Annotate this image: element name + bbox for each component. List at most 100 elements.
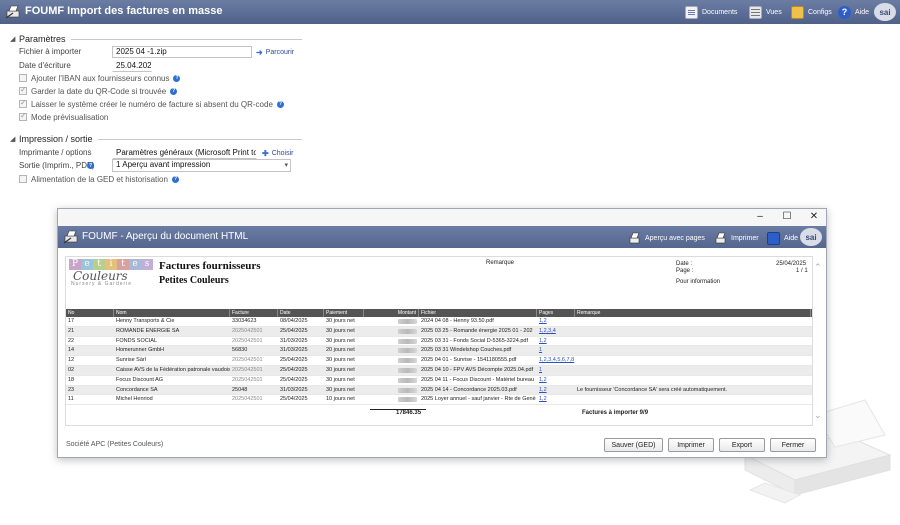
help-icon[interactable]: ? xyxy=(173,74,181,82)
amount-redacted xyxy=(398,387,417,393)
ged-checkbox[interactable] xyxy=(19,175,27,183)
amount-redacted xyxy=(398,397,417,403)
app-printer-icon xyxy=(63,230,78,244)
vertical-scrollbar[interactable]: ⌃ ⌄ xyxy=(813,256,822,426)
cell-remarque: Le fournisseur 'Concordance SA' sera cré… xyxy=(577,386,728,393)
close-button[interactable]: ✕ xyxy=(806,211,822,223)
qr-date-checkbox[interactable] xyxy=(19,85,27,95)
option-ged[interactable]: Alimentation de la GED et historisation … xyxy=(19,174,179,184)
pages-link[interactable]: 1,2 xyxy=(537,317,575,327)
table-row[interactable]: 21 ROMANDE ENERGIE SA 2025042501 25/04/2025… xyxy=(66,326,812,337)
cell-no: 17 xyxy=(68,318,75,324)
option-qr-date[interactable]: Garder la date du QR-Code si trouvée ? xyxy=(19,85,178,96)
browse-button[interactable]: ➜ Parcourir xyxy=(256,48,294,57)
sai-logo: sai xyxy=(874,3,896,21)
amount-redacted xyxy=(398,319,417,324)
pages-link[interactable]: 1,2,3,4 xyxy=(537,327,575,337)
cell-no: 12 xyxy=(68,357,75,364)
logo-letter: s xyxy=(141,259,153,270)
preview-mode-checkbox[interactable] xyxy=(19,111,27,121)
table-row[interactable]: 22 FONDS SOCIAL 2025042501 31/03/2025 30 jou… xyxy=(66,337,812,347)
option-iban[interactable]: Ajouter l'IBAN aux fournisseurs connus ? xyxy=(19,73,181,83)
amount-redacted xyxy=(398,367,417,373)
invoice-number-checkbox[interactable] xyxy=(19,98,27,108)
pages-link[interactable]: 1,2 xyxy=(537,395,575,405)
export-button[interactable]: Export xyxy=(719,438,765,452)
page-value: 1 / 1 xyxy=(796,268,808,274)
preview-mode-label: Mode prévisualisation xyxy=(31,112,109,122)
ged-label: Alimentation de la GED et historisation xyxy=(31,174,168,184)
preview-pages-button[interactable]: Aperçu avec pages xyxy=(628,230,705,246)
preview-help-button[interactable]: Aide xyxy=(767,230,798,246)
choose-button[interactable]: ✚ Choisir xyxy=(262,149,294,158)
help-book-icon xyxy=(767,231,780,245)
help-icon: ? xyxy=(838,5,851,19)
cell-nom: Caisse AVS de la Fédération patronale va… xyxy=(116,366,230,373)
printer-field[interactable]: Paramètres généraux (Microsoft Print to … xyxy=(112,147,257,159)
help-label: Aide xyxy=(855,8,870,16)
minimize-button[interactable]: – xyxy=(752,211,768,223)
pages-link[interactable]: 1 xyxy=(537,366,575,376)
maximize-button[interactable]: ☐ xyxy=(779,211,795,223)
section-divider xyxy=(97,138,302,140)
table-header: No Nom Facture Date Paiement Montant Fichier Pa… xyxy=(66,309,812,317)
configs-button[interactable]: Configs xyxy=(791,4,832,20)
cell-date: 25/04/2025 xyxy=(280,357,308,364)
save-ged-button[interactable]: Sauver (GED) xyxy=(604,438,663,452)
help-icon[interactable]: ? xyxy=(170,87,178,95)
help-icon[interactable]: ? xyxy=(276,100,284,108)
option-invoice-number[interactable]: Laisser le système créer le numéro de fa… xyxy=(19,98,284,109)
views-button[interactable]: Vues xyxy=(749,4,782,20)
cell-facture: 2025042501 xyxy=(232,357,263,364)
date-input[interactable]: 25.04.2025 xyxy=(112,60,152,72)
scroll-down-icon[interactable]: ⌄ xyxy=(814,410,822,421)
pages-link[interactable]: 1,2 xyxy=(537,376,575,386)
pages-link[interactable]: 1,2 xyxy=(537,337,575,347)
logo-tagline: Nursery & Garderie xyxy=(71,281,133,287)
info-label: Pour information xyxy=(676,279,721,285)
pages-link[interactable]: 1 xyxy=(537,346,575,356)
main-title-bar: FOUMF Import des factures en masse Docum… xyxy=(0,0,900,24)
cell-facture: 33034623 xyxy=(232,318,257,324)
window-chrome: – ☐ ✕ xyxy=(58,209,826,226)
cell-date: 25/04/2025 xyxy=(280,366,308,373)
app-printer-icon xyxy=(5,5,20,19)
table-row[interactable]: 18 Focus Discount AG 2025042501 25/04/2025 3… xyxy=(66,376,812,386)
iban-checkbox[interactable] xyxy=(19,74,27,82)
pages-link[interactable]: 1,2 xyxy=(537,386,575,396)
document-preview[interactable]: Petites Couleurs Nursery & Garderie Fact… xyxy=(65,256,813,426)
file-input[interactable]: 2025 04 -1.zip xyxy=(112,46,252,58)
document-subtitle: Petites Couleurs xyxy=(159,275,229,286)
output-label: Sortie (Imprim., PDF) xyxy=(19,161,95,170)
table-row[interactable]: 23 Concordance SA 25048 31/03/2025 30 jours … xyxy=(66,385,812,396)
date-label: Date : xyxy=(676,261,693,267)
cell-paiement: 30 jours net xyxy=(326,376,355,383)
documents-button[interactable]: Documents xyxy=(685,4,737,20)
table-row[interactable]: 11 Michel Henriod 2025042501 25/04/2025 10 j… xyxy=(66,395,812,406)
print-button[interactable]: Imprimer xyxy=(714,230,759,246)
cell-paiement: 30 jours net xyxy=(326,386,355,393)
output-section-header[interactable]: ◢ Impression / sortie xyxy=(10,133,302,145)
help-icon[interactable]: ? xyxy=(171,175,179,183)
help-button[interactable]: ? Aide xyxy=(838,4,869,20)
cell-nom: Focus Discount AG xyxy=(116,376,164,383)
table-row[interactable]: 12 Sunrise Sàrl 2025042501 25/04/2025 30 jou… xyxy=(66,356,812,366)
cell-nom: ROMANDE ENERGIE SA xyxy=(116,327,180,334)
documents-label: Documents xyxy=(702,8,738,16)
table-row[interactable]: 14 Homerunner GmbH 56830 31/03/2025 20 jours… xyxy=(66,346,812,357)
pages-link[interactable]: 1,2,3,4,5,6,7,8 xyxy=(537,356,575,366)
cell-facture: 25048 xyxy=(232,386,248,393)
help-icon[interactable]: ? xyxy=(87,162,94,169)
params-section-header[interactable]: ◢ Paramètres xyxy=(10,33,302,45)
preview-pages-icon xyxy=(629,232,640,243)
print-footer-button[interactable]: Imprimer xyxy=(668,438,714,452)
cell-nom: Concordance SA xyxy=(116,386,158,393)
table-row[interactable]: 17 Henny Transports & Cie 33034623 08/04/20… xyxy=(66,317,812,327)
output-select[interactable]: 1 Aperçu avant impression ▾ xyxy=(112,159,291,172)
date-label: Date d'écriture xyxy=(19,61,71,70)
scroll-up-icon[interactable]: ⌃ xyxy=(814,262,822,273)
table-row[interactable]: 02 Caisse AVS de la Fédération patronale … xyxy=(66,365,812,376)
documents-icon xyxy=(685,5,698,19)
close-preview-button[interactable]: Fermer xyxy=(770,438,816,452)
option-preview-mode[interactable]: Mode prévisualisation xyxy=(19,111,109,122)
